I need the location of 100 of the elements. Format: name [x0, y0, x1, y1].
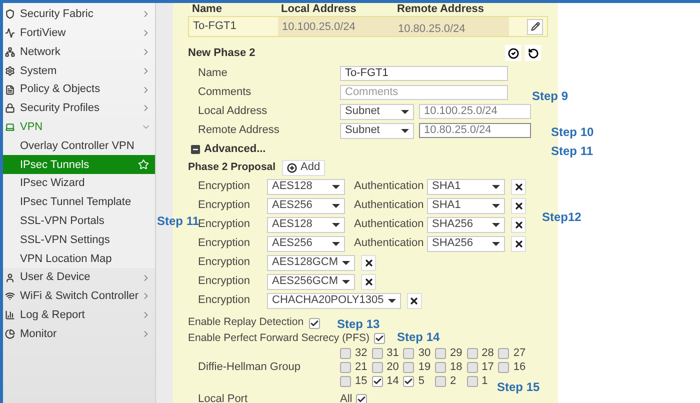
column-header: Local Address — [281, 3, 358, 16]
dh-group-checkbox[interactable] — [434, 348, 446, 359]
laptop-icon — [5, 122, 15, 132]
bar-chart-icon — [5, 310, 15, 320]
caret-icon — [492, 184, 500, 188]
star-icon — [138, 159, 149, 170]
dh-group-checkbox[interactable] — [466, 348, 478, 359]
dh-group-checkbox[interactable] — [340, 348, 351, 359]
undo-icon — [528, 48, 538, 58]
address-field[interactable]: 10.100.25.0/24 — [419, 104, 531, 119]
dh-group-checkbox[interactable] — [340, 376, 351, 387]
replay-checkbox[interactable] — [308, 318, 320, 328]
dh-group-checkbox[interactable] — [403, 362, 414, 373]
sidebar-item[interactable]: Network — [3, 42, 155, 62]
add-button[interactable]: Add — [282, 160, 326, 176]
field-label: Encryption — [198, 255, 251, 270]
field-label: Local Port — [198, 392, 249, 403]
caret-icon — [492, 242, 500, 246]
column-header: Remote Address — [397, 3, 484, 16]
sidebar-subitem[interactable]: IPsec Tunnel Template — [3, 192, 155, 212]
dropdown[interactable]: SHA1 — [427, 198, 505, 214]
dropdown[interactable]: SHA256 — [427, 216, 505, 232]
dropdown[interactable]: AES128 — [267, 178, 345, 194]
step-annotation: Step 13 — [337, 316, 380, 333]
field-label: Enable Perfect Forward Secrecy (PFS) — [188, 330, 370, 346]
delete-button[interactable] — [511, 198, 526, 214]
field-label: Encryption — [198, 218, 251, 232]
address-field[interactable]: 10.80.25.0/24 — [419, 123, 531, 138]
advanced-toggle[interactable]: Advanced... — [188, 140, 548, 158]
name-field[interactable]: To-FGT1 — [340, 66, 508, 80]
dh-group-checkbox[interactable] — [498, 362, 510, 373]
confirm-button[interactable] — [505, 45, 521, 61]
sidebar-subitem[interactable]: IPsec Tunnels — [3, 155, 155, 174]
dropdown[interactable]: CHACHA20POLY1305 — [267, 292, 401, 308]
sidebar-item[interactable]: Log & Report — [3, 306, 155, 325]
caret-icon — [492, 204, 500, 208]
dh-group-checkbox[interactable] — [372, 348, 383, 359]
dh-group-checkbox[interactable] — [466, 376, 478, 387]
field-value: All — [340, 392, 352, 403]
caret-icon — [332, 184, 340, 188]
gear-icon — [5, 66, 15, 76]
delete-button[interactable] — [511, 236, 526, 252]
dropdown[interactable]: AES256 — [267, 236, 345, 252]
close-icon — [514, 220, 524, 230]
option-label: 28 — [482, 346, 494, 362]
sidebar-subitem[interactable]: SSL-VPN Portals — [3, 212, 155, 231]
sidebar-item[interactable]: Monitor — [3, 324, 155, 344]
dropdown[interactable]: AES256 — [267, 198, 345, 214]
dropdown[interactable]: SHA1 — [427, 178, 505, 194]
dh-group-checkbox[interactable] — [340, 362, 351, 373]
section-title: New Phase 2 — [188, 46, 256, 61]
field-label: Encryption — [198, 198, 251, 214]
dh-group-checkbox[interactable] — [434, 362, 446, 373]
dh-group-checkbox[interactable] — [372, 362, 383, 373]
delete-button[interactable] — [406, 292, 422, 308]
field-label: Encryption — [198, 293, 251, 308]
dh-group-checkbox[interactable] — [403, 348, 414, 359]
sidebar-item[interactable]: Security Profiles — [3, 98, 155, 118]
sidebar-item[interactable]: WiFi & Switch Controller — [3, 286, 155, 306]
caret-icon — [332, 222, 340, 226]
sidebar-subitem[interactable]: VPN Location Map — [3, 249, 155, 268]
dh-group-checkbox[interactable] — [498, 348, 510, 359]
dropdown[interactable]: Subnet — [340, 122, 414, 138]
edit-button[interactable] — [527, 18, 543, 34]
option-label: 29 — [450, 346, 462, 362]
dropdown[interactable]: SHA256 — [427, 236, 505, 252]
sidebar-item[interactable]: User & Device — [3, 268, 155, 287]
undo-button[interactable] — [525, 45, 541, 61]
delete-button[interactable] — [511, 178, 526, 194]
step-annotation: Step 14 — [397, 329, 440, 346]
close-icon — [514, 200, 524, 210]
dropdown[interactable]: AES128GCM — [267, 254, 356, 270]
dropdown[interactable]: AES128 — [267, 216, 345, 232]
local-port-checkbox[interactable] — [356, 394, 368, 403]
dh-group-checkbox[interactable] — [434, 376, 446, 387]
field-label: Diffie-Hellman Group — [198, 360, 302, 376]
field-label: Encryption — [198, 179, 251, 194]
table-row[interactable]: To-FGT1 10.100.25.0/24 10.80.25.0/24 — [188, 16, 548, 37]
sidebar-item[interactable]: Security Fabric — [3, 5, 155, 24]
dropdown[interactable]: AES256GCM — [267, 274, 356, 290]
delete-button[interactable] — [511, 216, 526, 232]
sidebar-subitem[interactable]: SSL-VPN Settings — [3, 230, 155, 250]
comments-field[interactable]: Comments — [340, 85, 508, 100]
sidebar-item[interactable]: FortiView — [3, 24, 155, 43]
close-icon — [364, 276, 374, 286]
option-label: 30 — [418, 346, 431, 362]
dh-group-checkbox[interactable] — [403, 376, 414, 387]
dh-group-checkbox[interactable] — [372, 376, 383, 387]
delete-button[interactable] — [361, 254, 376, 270]
delete-button[interactable] — [361, 274, 376, 290]
option-label: 16 — [513, 360, 526, 376]
dh-group-checkbox[interactable] — [466, 362, 478, 373]
sidebar-item[interactable]: Policy & Objects — [3, 80, 155, 99]
option-label: 5 — [418, 374, 424, 390]
pfs-checkbox[interactable] — [374, 333, 386, 344]
check-circle-icon — [508, 48, 518, 58]
field-label: Authentication — [354, 236, 425, 252]
sidebar-item[interactable]: System — [3, 61, 155, 80]
wifi-icon — [5, 291, 15, 302]
dropdown[interactable]: Subnet — [340, 104, 414, 120]
